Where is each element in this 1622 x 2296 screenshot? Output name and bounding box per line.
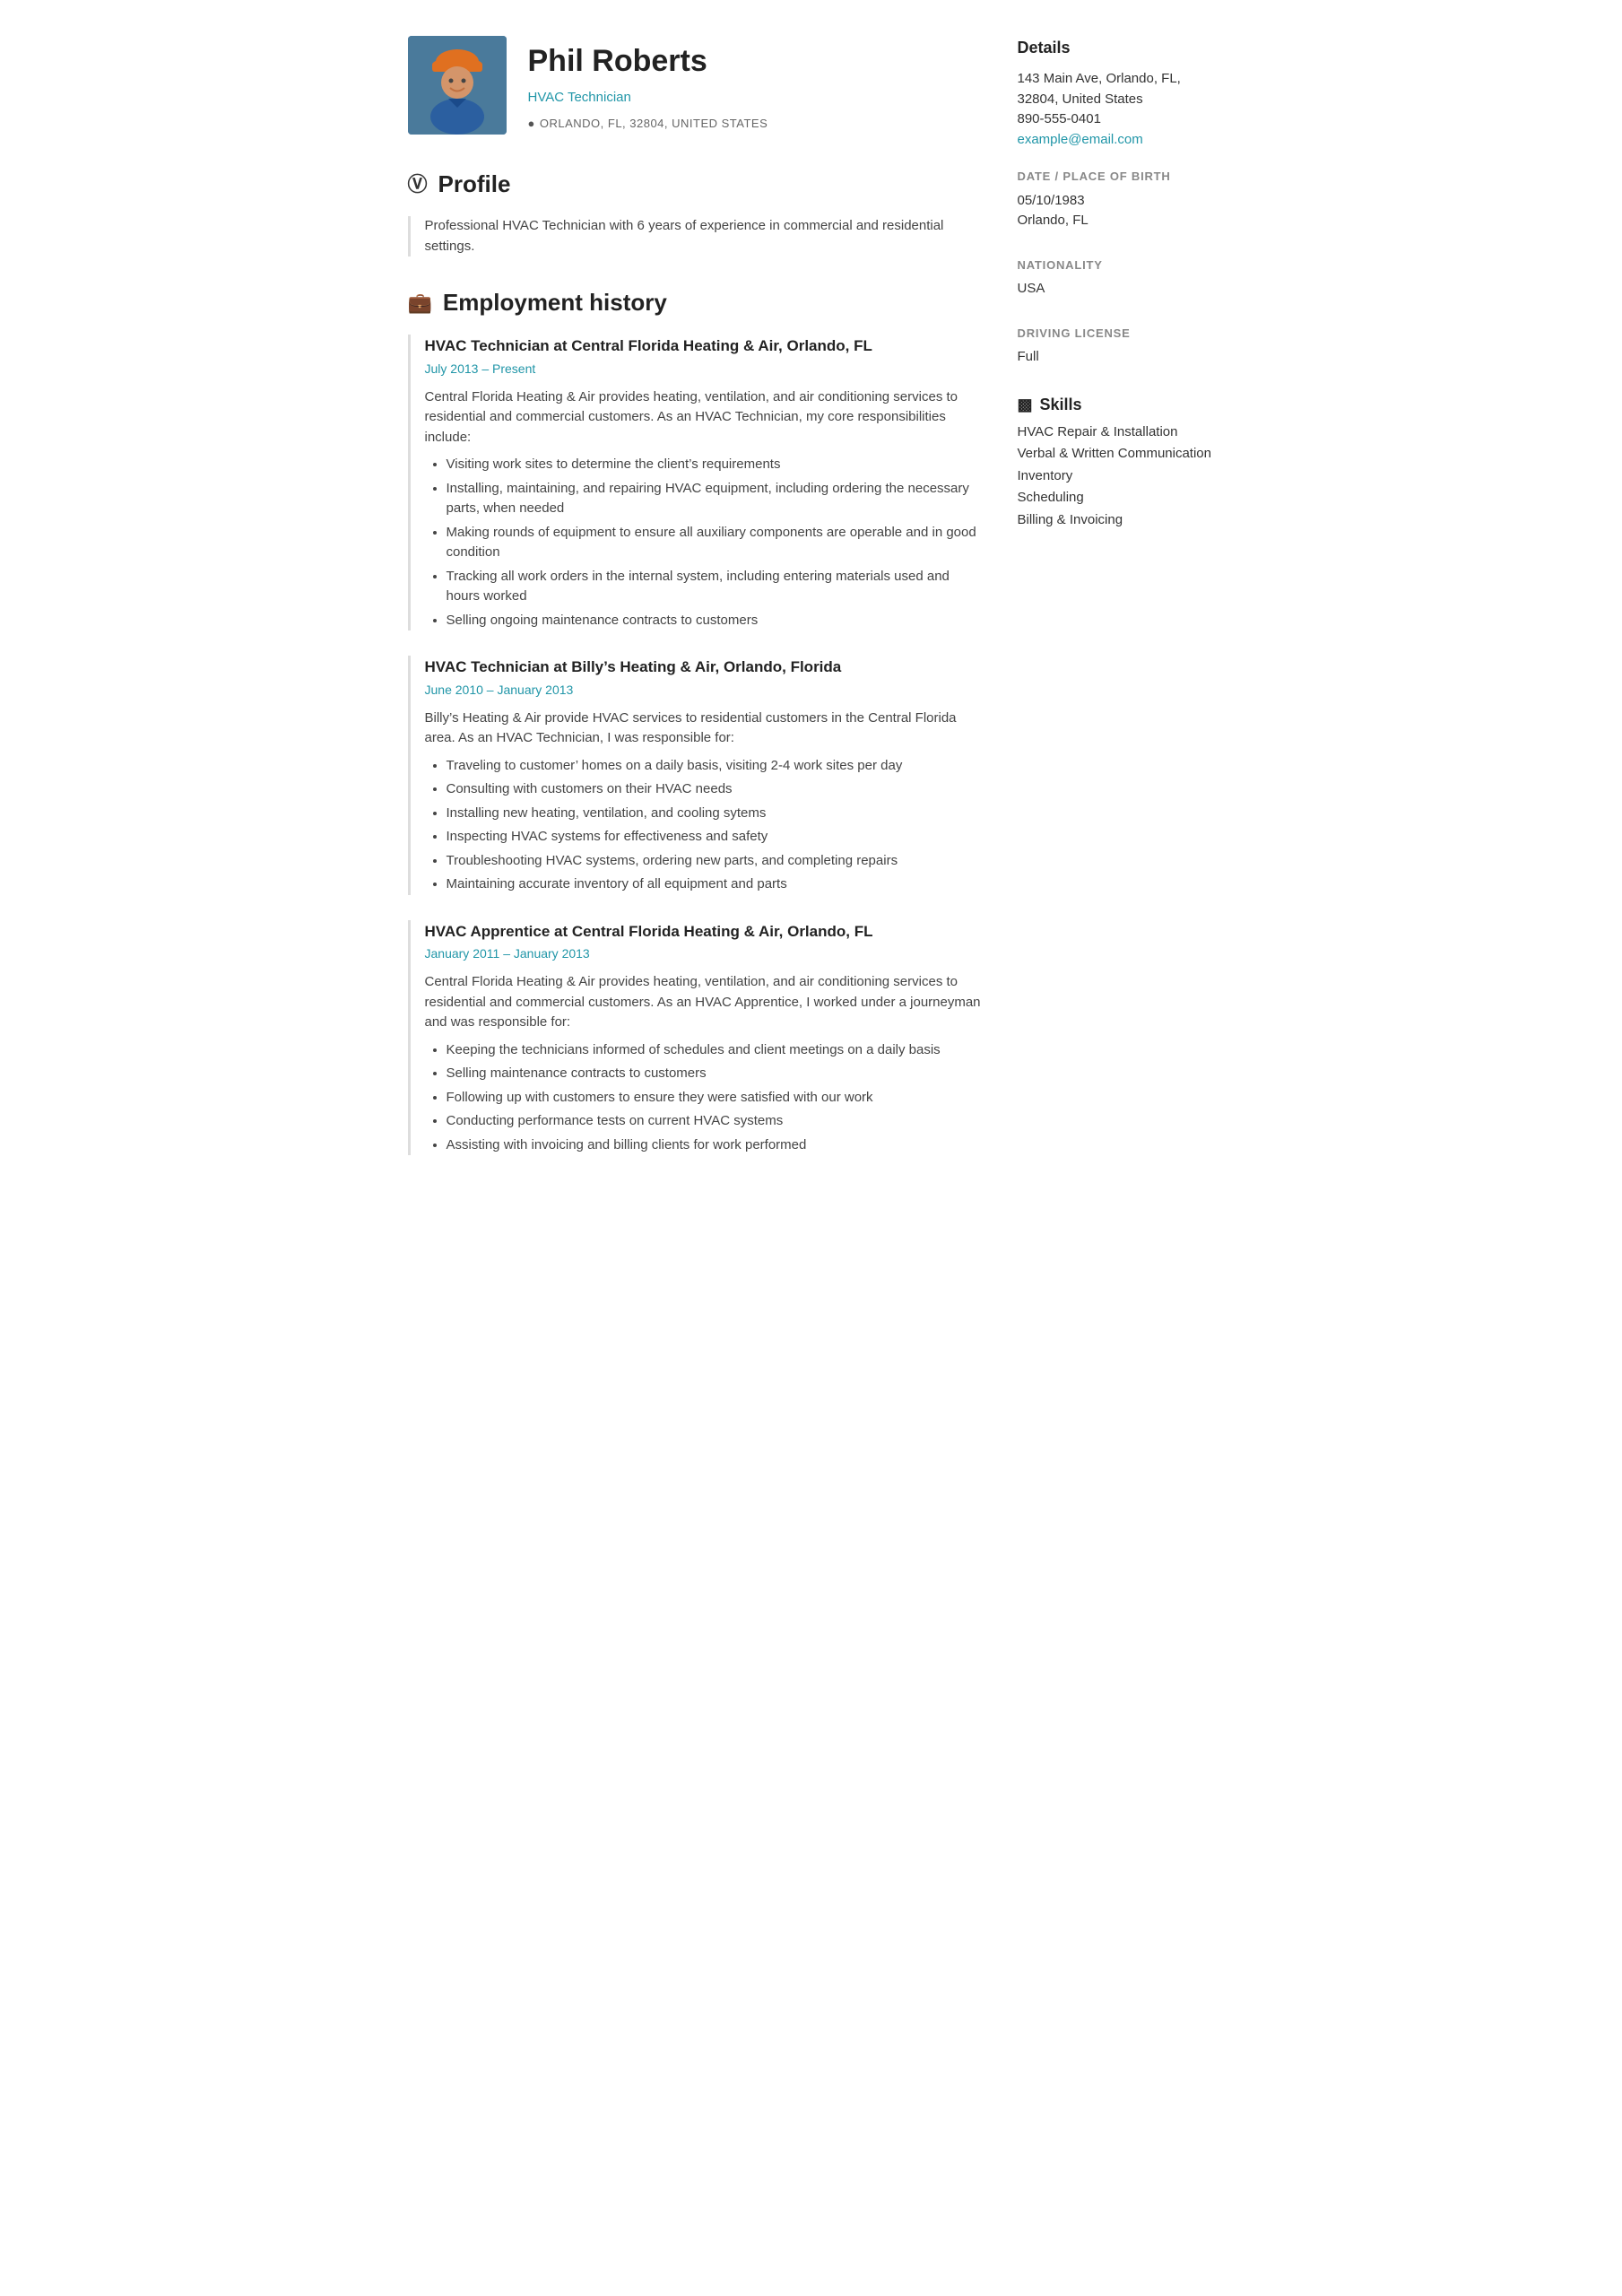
skills-section: ▩ Skills HVAC Repair & Installation Verb… <box>1018 393 1215 531</box>
bullet-item: Tracking all work orders in the internal… <box>447 567 982 607</box>
job-3-bullets: Keeping the technicians informed of sche… <box>425 1040 982 1156</box>
job-2-dates: June 2010 – January 2013 <box>425 681 982 700</box>
details-title: Details <box>1018 36 1215 60</box>
bullet-item: Selling maintenance contracts to custome… <box>447 1064 982 1084</box>
bullet-item: Conducting performance tests on current … <box>447 1111 982 1132</box>
bullet-item: Keeping the technicians informed of sche… <box>447 1040 982 1061</box>
nationality-value: USA <box>1018 279 1215 300</box>
bullet-item: Troubleshooting HVAC systems, ordering n… <box>447 851 982 872</box>
skills-title: ▩ Skills <box>1018 393 1215 417</box>
phone: 890-555-0401 <box>1018 109 1215 130</box>
location-icon: ● <box>528 115 535 133</box>
bullet-item: Visiting work sites to determine the cli… <box>447 455 982 475</box>
dob-value: 05/10/1983 <box>1018 191 1215 212</box>
header-section: Phil Roberts HVAC Technician ● ORLANDO, … <box>408 36 982 135</box>
profile-text: Professional HVAC Technician with 6 year… <box>408 216 982 257</box>
job-3-desc: Central Florida Heating & Air provides h… <box>425 972 982 1033</box>
job-2-title: HVAC Technician at Billy’s Heating & Air… <box>425 656 982 679</box>
job-3-dates: January 2011 – January 2013 <box>425 944 982 963</box>
job-2-desc: Billy’s Heating & Air provide HVAC servi… <box>425 709 982 749</box>
main-content: Phil Roberts HVAC Technician ● ORLANDO, … <box>408 36 982 1184</box>
resume-page: Phil Roberts HVAC Technician ● ORLANDO, … <box>381 0 1242 1220</box>
job-1-desc: Central Florida Heating & Air provides h… <box>425 387 982 448</box>
job-1-title: HVAC Technician at Central Florida Heati… <box>425 335 982 358</box>
email-link[interactable]: example@email.com <box>1018 132 1143 147</box>
bullet-item: Following up with customers to ensure th… <box>447 1088 982 1109</box>
bullet-item: Selling ongoing maintenance contracts to… <box>447 611 982 631</box>
details-section: Details 143 Main Ave, Orlando, FL, 32804… <box>1018 36 1215 150</box>
candidate-name: Phil Roberts <box>528 39 768 84</box>
briefcase-icon: 💼 <box>408 288 432 317</box>
profile-section-title: Ⓥ Profile <box>408 167 982 202</box>
bullet-item: Consulting with customers on their HVAC … <box>447 779 982 800</box>
skill-item: Scheduling <box>1018 488 1215 509</box>
driving-value: Full <box>1018 347 1215 368</box>
sidebar: Details 143 Main Ave, Orlando, FL, 32804… <box>1018 36 1215 1184</box>
bullet-item: Making rounds of equipment to ensure all… <box>447 523 982 563</box>
skills-icon: ▩ <box>1018 393 1033 417</box>
employment-section-title: 💼 Employment history <box>408 285 982 320</box>
nationality-section: NATIONALITY USA <box>1018 257 1215 300</box>
job-1-dates: July 2013 – Present <box>425 360 982 378</box>
header-info: Phil Roberts HVAC Technician ● ORLANDO, … <box>528 39 768 133</box>
job-1: HVAC Technician at Central Florida Heati… <box>408 335 982 631</box>
bullet-item: Assisting with invoicing and billing cli… <box>447 1135 982 1156</box>
dob-section: DATE / PLACE OF BIRTH 05/10/1983 Orlando… <box>1018 168 1215 231</box>
driving-section: DRIVING LICENSE Full <box>1018 325 1215 368</box>
skill-item: HVAC Repair & Installation <box>1018 422 1215 443</box>
employment-section: 💼 Employment history HVAC Technician at … <box>408 285 982 1155</box>
job-1-bullets: Visiting work sites to determine the cli… <box>425 455 982 631</box>
bullet-item: Maintaining accurate inventory of all eq… <box>447 874 982 895</box>
profile-section: Ⓥ Profile Professional HVAC Technician w… <box>408 167 982 257</box>
skill-item: Inventory <box>1018 466 1215 487</box>
job-2-bullets: Traveling to customer’ homes on a daily … <box>425 756 982 895</box>
profile-icon: Ⓥ <box>408 170 428 199</box>
bullet-item: Installing, maintaining, and repairing H… <box>447 479 982 519</box>
candidate-location: ● ORLANDO, FL, 32804, UNITED STATES <box>528 115 768 133</box>
job-3: HVAC Apprentice at Central Florida Heati… <box>408 920 982 1156</box>
job-3-title: HVAC Apprentice at Central Florida Heati… <box>425 920 982 944</box>
job-2: HVAC Technician at Billy’s Heating & Air… <box>408 656 982 895</box>
nationality-label: NATIONALITY <box>1018 257 1215 274</box>
bullet-item: Installing new heating, ventilation, and… <box>447 804 982 824</box>
skill-item: Billing & Invoicing <box>1018 510 1215 531</box>
address: 143 Main Ave, Orlando, FL, 32804, United… <box>1018 69 1215 109</box>
skills-list: HVAC Repair & Installation Verbal & Writ… <box>1018 422 1215 531</box>
driving-label: DRIVING LICENSE <box>1018 325 1215 343</box>
bullet-item: Inspecting HVAC systems for effectivenes… <box>447 827 982 848</box>
candidate-title: HVAC Technician <box>528 88 768 109</box>
bullet-item: Traveling to customer’ homes on a daily … <box>447 756 982 777</box>
skill-item: Verbal & Written Communication <box>1018 444 1215 465</box>
dob-label: DATE / PLACE OF BIRTH <box>1018 168 1215 186</box>
avatar <box>408 36 507 135</box>
dob-place: Orlando, FL <box>1018 211 1215 231</box>
